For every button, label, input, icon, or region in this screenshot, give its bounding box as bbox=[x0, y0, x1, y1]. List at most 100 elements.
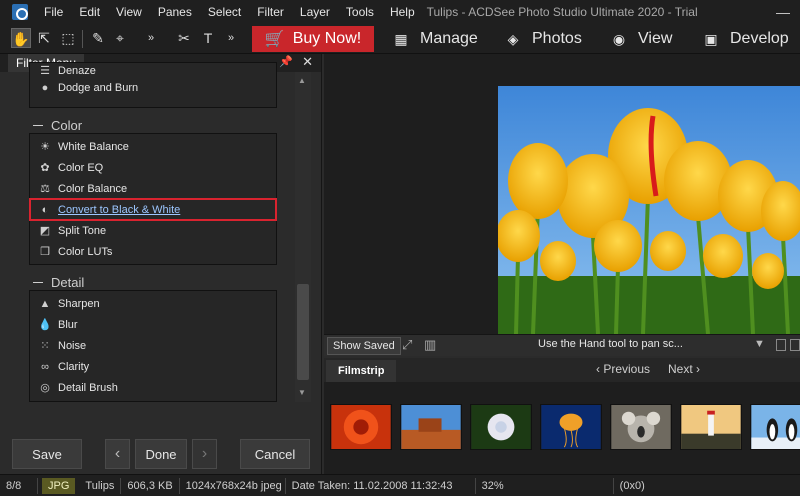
chevron-down-icon[interactable]: » bbox=[228, 28, 240, 48]
cart-icon: 🛒 bbox=[264, 31, 285, 48]
menu-select[interactable]: Select bbox=[200, 0, 249, 24]
filter-blur[interactable]: 💧 Blur bbox=[30, 314, 276, 335]
show-saved-button[interactable]: Show Saved bbox=[327, 337, 401, 355]
tone-group-box: ☰ Denaze ● Dodge and Burn bbox=[29, 62, 277, 108]
fit-screen-icon[interactable]: ⤢ bbox=[402, 337, 412, 353]
status-dimensions: 1024x768x24b jpeg bbox=[180, 477, 286, 494]
panel-scrollbar[interactable]: ▲ ▼ bbox=[295, 72, 311, 402]
toolbar: ✋ ⇱ ⬚ ✎ ⌖ » ✂ T » 🛒 Buy Now! ▦ Manage ◈ … bbox=[0, 24, 800, 54]
tab-photos-label: Photos bbox=[532, 30, 582, 47]
tab-develop-label: Develop bbox=[730, 30, 789, 47]
cancel-button[interactable]: Cancel bbox=[240, 439, 310, 469]
menu-file[interactable]: File bbox=[36, 0, 71, 24]
scroll-up-icon[interactable]: ▲ bbox=[298, 76, 306, 85]
menu-bar: File Edit View Panes Select Filter Layer… bbox=[0, 0, 800, 24]
thumbnail-penguins[interactable] bbox=[750, 404, 800, 450]
magnifier-icon: ● bbox=[41, 81, 49, 94]
menu-layer[interactable]: Layer bbox=[292, 0, 338, 24]
list-item[interactable]: ☰ Denaze bbox=[30, 63, 276, 77]
pin-icon[interactable]: 📌 bbox=[279, 55, 293, 68]
thumbnail-hydrangeas[interactable] bbox=[470, 404, 532, 450]
eye-icon: ◉ bbox=[612, 30, 626, 47]
filter-detail-brush[interactable]: ◎ Detail Brush bbox=[30, 377, 276, 398]
filter-white-balance[interactable]: ☀ White Balance bbox=[30, 136, 276, 157]
scrollbar-thumb[interactable] bbox=[297, 284, 309, 380]
dehaze-icon: ☰ bbox=[40, 65, 50, 77]
tulips-photo[interactable] bbox=[498, 86, 800, 334]
hand-tool-icon[interactable]: ✋ bbox=[11, 28, 31, 48]
filter-sharpen[interactable]: ▲ Sharpen bbox=[30, 293, 276, 314]
done-button[interactable]: Done bbox=[135, 439, 187, 469]
filter-color-luts[interactable]: ❒ Color LUTs bbox=[30, 241, 276, 262]
buy-now-button[interactable]: 🛒 Buy Now! bbox=[252, 26, 374, 52]
scale-icon: ⚖ bbox=[40, 183, 50, 195]
color-group-header[interactable]: Color bbox=[33, 118, 82, 133]
tab-develop[interactable]: ▣ Develop bbox=[690, 26, 799, 52]
tab-photos[interactable]: ◈ Photos bbox=[492, 26, 592, 52]
marquee-select-icon[interactable]: ⬚ bbox=[58, 28, 78, 48]
status-hint: Use the Hand tool to pan sc... bbox=[538, 338, 683, 350]
save-button[interactable]: Save bbox=[12, 439, 82, 469]
chevron-down-icon[interactable]: ▼ bbox=[754, 338, 765, 350]
chevron-down-icon[interactable]: » bbox=[148, 28, 160, 48]
filmstrip bbox=[324, 382, 800, 474]
thumbnail-koala[interactable] bbox=[610, 404, 672, 450]
tab-manage[interactable]: ▦ Manage bbox=[380, 26, 488, 52]
window-title: Tulips - ACDSee Photo Studio Ultimate 20… bbox=[426, 5, 698, 19]
minimize-icon[interactable]: — bbox=[766, 0, 800, 24]
image-viewer[interactable] bbox=[324, 54, 800, 334]
filter-panel: Filter Menu 📌 ✕ ☰ Denaze ● Dodge and Bur… bbox=[0, 54, 322, 474]
previous-link[interactable]: ‹ Previous bbox=[596, 362, 650, 376]
filter-noise[interactable]: ⁙ Noise bbox=[30, 335, 276, 356]
brush-select-icon[interactable]: ✎ bbox=[88, 28, 108, 48]
prev-filter-button[interactable]: ‹ bbox=[105, 439, 130, 469]
app-icon[interactable] bbox=[12, 4, 28, 20]
filter-split-tone[interactable]: ◩ Split Tone bbox=[30, 220, 276, 241]
sun-icon: ☀ bbox=[40, 141, 50, 153]
menu-edit[interactable]: Edit bbox=[71, 0, 108, 24]
detail-group-header[interactable]: Detail bbox=[33, 275, 84, 290]
brush-icon: ◎ bbox=[40, 382, 50, 394]
tab-filmstrip[interactable]: Filmstrip bbox=[326, 360, 397, 382]
close-icon[interactable]: ✕ bbox=[302, 54, 313, 70]
text-tool-icon[interactable]: T bbox=[198, 28, 218, 48]
filter-color-eq[interactable]: ✿ Color EQ bbox=[30, 157, 276, 178]
noise-icon: ⁙ bbox=[40, 340, 50, 352]
zoom-out-icon[interactable] bbox=[776, 339, 786, 351]
buy-now-label: Buy Now! bbox=[292, 30, 362, 47]
menu-filter[interactable]: Filter bbox=[249, 0, 292, 24]
thumbnail-jellyfish[interactable] bbox=[540, 404, 602, 450]
filter-color-balance[interactable]: ⚖ Color Balance bbox=[30, 178, 276, 199]
status-index: 8/8 bbox=[0, 477, 38, 494]
next-link[interactable]: Next › bbox=[668, 362, 700, 376]
cube-icon: ❒ bbox=[40, 246, 50, 258]
crop-icon[interactable]: ✂ bbox=[174, 28, 194, 48]
glasses-icon: ∞ bbox=[41, 360, 49, 373]
status-filename: Tulips bbox=[79, 477, 122, 494]
grid-icon: ▦ bbox=[394, 30, 408, 47]
collapse-icon bbox=[33, 125, 43, 126]
status-date-taken: Date Taken: 11.02.2008 11:32:43 bbox=[286, 477, 476, 494]
lasso-select-icon[interactable]: ⌖ bbox=[110, 28, 130, 48]
menu-view[interactable]: View bbox=[108, 0, 150, 24]
thumbnail-desert[interactable] bbox=[400, 404, 462, 450]
status-bar: 8/8 JPG Tulips 606,3 KB 1024x768x24b jpe… bbox=[0, 474, 800, 496]
histogram-icon[interactable]: ▥ bbox=[424, 337, 436, 353]
scroll-down-icon[interactable]: ▼ bbox=[298, 388, 306, 397]
thumbnail-chrysanthemum[interactable] bbox=[330, 404, 392, 450]
arrow-select-icon[interactable]: ⇱ bbox=[34, 28, 54, 48]
toolbar-divider bbox=[82, 30, 83, 48]
menu-panes[interactable]: Panes bbox=[150, 0, 200, 24]
status-zoom: 32% bbox=[476, 477, 614, 494]
next-filter-button[interactable]: › bbox=[192, 439, 217, 469]
sharpen-icon: ▲ bbox=[39, 297, 51, 310]
tab-view[interactable]: ◉ View bbox=[598, 26, 682, 52]
chevron-right-icon: › bbox=[692, 362, 701, 376]
filter-convert-to-black-white[interactable]: ◐ Convert to Black & White bbox=[29, 198, 277, 221]
menu-help[interactable]: Help bbox=[382, 0, 423, 24]
menu-tools[interactable]: Tools bbox=[338, 0, 382, 24]
thumbnail-lighthouse[interactable] bbox=[680, 404, 742, 450]
filter-clarity[interactable]: ∞ Clarity bbox=[30, 356, 276, 377]
filter-dodge-and-burn[interactable]: ● Dodge and Burn bbox=[30, 77, 276, 98]
zoom-in-icon[interactable] bbox=[790, 339, 800, 351]
